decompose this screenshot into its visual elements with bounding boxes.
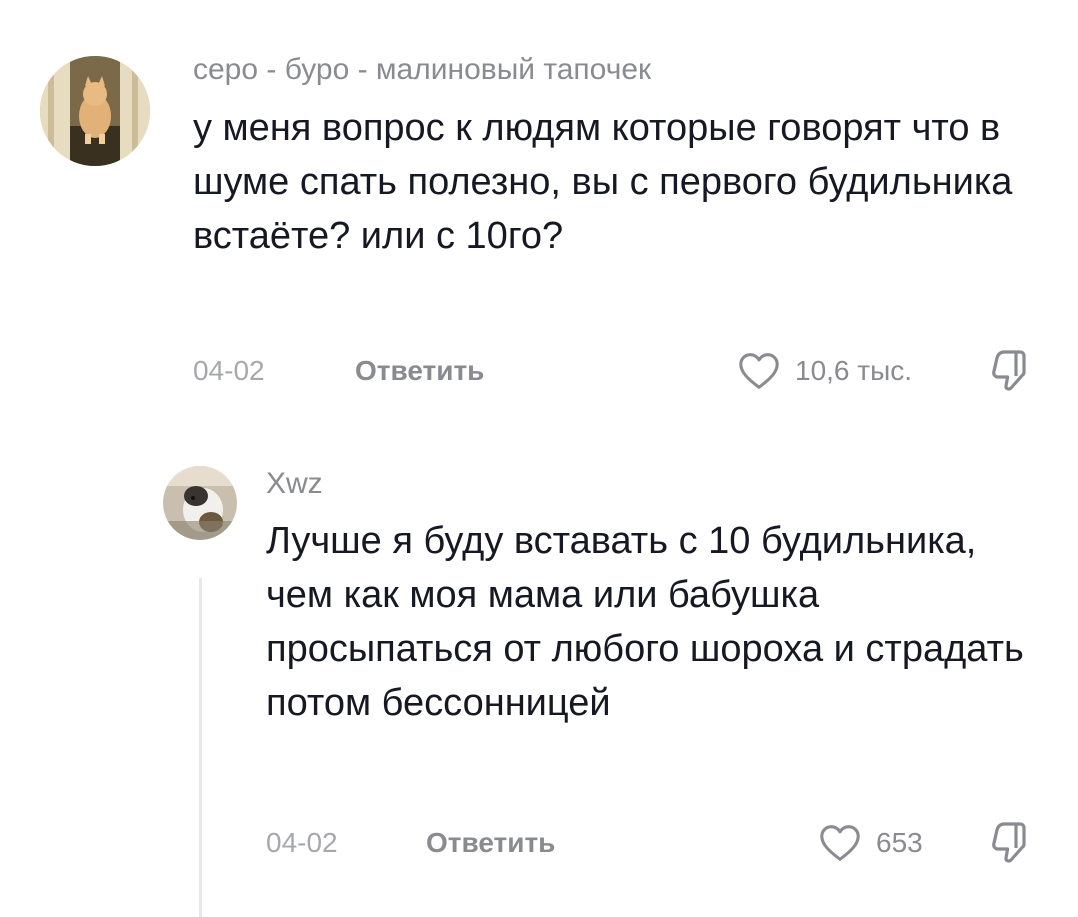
heart-outline-icon[interactable] bbox=[734, 348, 784, 394]
comment-date-2: 04-02 bbox=[266, 827, 338, 858]
like-count-2: 653 bbox=[876, 827, 923, 858]
reply-button-1[interactable]: Ответить bbox=[355, 354, 484, 388]
avatar-comment-1[interactable] bbox=[40, 56, 150, 166]
reply-button-2[interactable]: Ответить bbox=[426, 826, 555, 860]
comment-date-1: 04-02 bbox=[193, 355, 265, 386]
thumbs-down-icon[interactable] bbox=[986, 818, 1034, 866]
username-comment-1[interactable]: серо - буро - малиновый тапочек bbox=[193, 52, 651, 88]
avatar-guinea-pig-image bbox=[163, 466, 237, 540]
avatar-kitten-image bbox=[40, 56, 150, 166]
thumbs-down-icon[interactable] bbox=[986, 346, 1034, 394]
like-count-1: 10,6 тыс. bbox=[795, 355, 913, 386]
reply-thread-line bbox=[199, 578, 202, 917]
heart-outline-icon[interactable] bbox=[815, 820, 865, 866]
avatar-comment-2[interactable] bbox=[163, 466, 237, 540]
username-comment-2[interactable]: Xwz bbox=[266, 466, 323, 502]
comment-text-1: у меня вопрос к людям которые говорят чт… bbox=[193, 107, 1013, 257]
comment-text-2: Лучше я буду вставать с 10 будильника, ч… bbox=[266, 520, 1024, 724]
